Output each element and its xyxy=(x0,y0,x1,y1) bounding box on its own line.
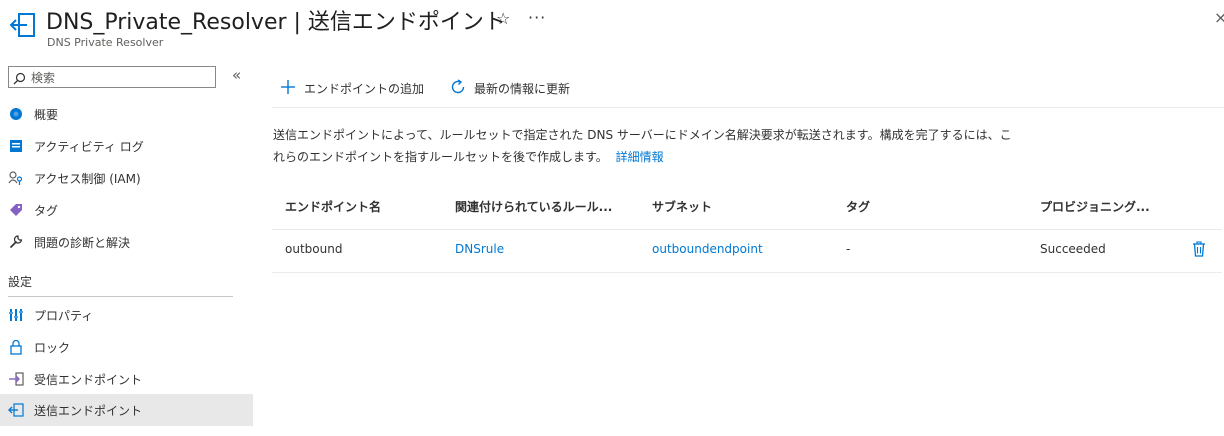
column-header-provisioning[interactable]: プロビジョニング... xyxy=(1040,198,1150,215)
delete-icon[interactable] xyxy=(1192,241,1206,261)
cell-endpoint-name: outbound xyxy=(285,242,343,256)
column-header-tags[interactable]: タグ xyxy=(846,198,870,215)
sidebar-item-lock[interactable]: ロック xyxy=(0,331,253,363)
sidebar-item-access-control[interactable]: アクセス制御 (IAM) xyxy=(0,162,253,194)
search-icon xyxy=(13,70,26,85)
tag-icon xyxy=(8,202,24,218)
column-header-ruleset[interactable]: 関連付けられているルール... xyxy=(455,198,612,215)
sidebar-item-label: ロック xyxy=(34,340,71,355)
cell-provisioning-state: Succeeded xyxy=(1040,242,1106,256)
column-header-endpoint-name[interactable]: エンドポイント名 xyxy=(285,198,381,215)
plus-icon xyxy=(280,79,296,98)
description-text: 送信エンドポイントによって、ルールセットで指定された DNS サーバーにドメイン… xyxy=(273,124,1013,168)
cell-subnet-link[interactable]: outboundendpoint xyxy=(652,242,763,256)
sidebar-item-label: プロパティ xyxy=(34,308,94,323)
sidebar-item-label: 送信エンドポイント xyxy=(34,403,143,418)
refresh-button[interactable]: 最新の情報に更新 xyxy=(450,78,570,98)
toolbar-divider xyxy=(272,107,1224,108)
outbound-endpoint-icon xyxy=(8,402,24,418)
add-endpoint-label: エンドポイントの追加 xyxy=(304,81,425,96)
overview-icon xyxy=(8,106,24,122)
column-header-subnet[interactable]: サブネット xyxy=(652,198,712,215)
sidebar-item-label: 概要 xyxy=(34,107,59,122)
sidebar-item-activity-log[interactable]: アクティビティ ログ xyxy=(0,130,253,162)
sidebar-item-label: タグ xyxy=(34,203,59,218)
sidebar-item-properties[interactable]: プロパティ xyxy=(0,299,253,331)
lock-icon xyxy=(8,339,24,355)
table-row-divider xyxy=(272,272,1222,273)
search-input[interactable]: 検索 xyxy=(8,66,216,88)
sidebar-item-label: 受信エンドポイント xyxy=(34,372,143,387)
sidebar-item-label: アクセス制御 (IAM) xyxy=(34,171,141,186)
sidebar-item-diagnose[interactable]: 問題の診断と解決 xyxy=(0,226,253,258)
inbound-endpoint-icon xyxy=(8,371,24,387)
access-control-icon xyxy=(8,170,24,186)
search-placeholder: 検索 xyxy=(31,71,56,85)
cell-tags: - xyxy=(846,242,851,256)
page-title: DNS_Private_Resolver | 送信エンドポイント xyxy=(46,10,506,35)
sidebar-item-inbound-endpoints[interactable]: 受信エンドポイント xyxy=(0,363,253,395)
close-icon[interactable]: × xyxy=(1214,8,1224,27)
refresh-icon xyxy=(450,78,466,98)
table-row[interactable]: outbound DNSrule outboundendpoint - Succ… xyxy=(272,230,1222,272)
settings-section-header: 設定 xyxy=(8,275,33,289)
sidebar-item-outbound-endpoints[interactable]: 送信エンドポイント xyxy=(0,394,253,426)
sidebar-item-overview[interactable]: 概要 xyxy=(0,98,253,130)
page-subtitle: DNS Private Resolver xyxy=(47,36,164,49)
sidebar-item-tags[interactable]: タグ xyxy=(0,194,253,226)
activity-log-icon xyxy=(8,138,24,154)
properties-icon xyxy=(8,307,24,323)
sidebar-item-label: アクティビティ ログ xyxy=(34,139,144,154)
more-options-icon[interactable]: ··· xyxy=(528,8,546,27)
add-endpoint-button[interactable]: エンドポイントの追加 xyxy=(280,78,424,98)
collapse-sidebar-icon[interactable]: « xyxy=(232,66,241,84)
wrench-icon xyxy=(8,234,24,250)
learn-more-link[interactable]: 詳細情報 xyxy=(616,150,664,164)
favorite-star-icon[interactable]: ☆ xyxy=(496,9,510,28)
cell-ruleset-link[interactable]: DNSrule xyxy=(455,242,504,256)
refresh-label: 最新の情報に更新 xyxy=(474,81,571,96)
outbound-endpoint-header-icon xyxy=(8,10,38,40)
section-divider xyxy=(8,296,233,297)
sidebar-item-label: 問題の診断と解決 xyxy=(34,235,131,250)
